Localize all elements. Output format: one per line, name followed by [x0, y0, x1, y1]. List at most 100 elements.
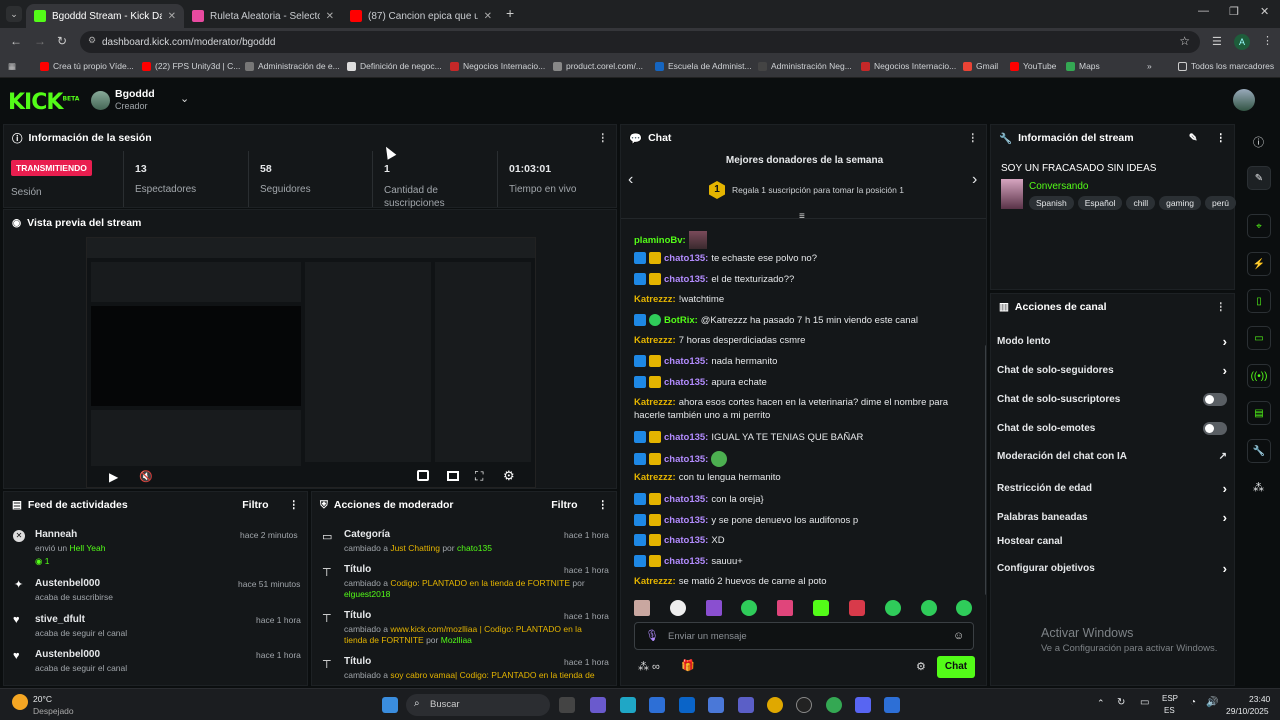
bookmark-item[interactable]: Escuela de Administ... [655, 61, 752, 71]
clipboard-icon[interactable]: ▯ [1247, 289, 1271, 313]
bookmark-item[interactable]: Gmail [963, 61, 998, 71]
task-view-icon[interactable] [559, 697, 575, 713]
wrench-icon[interactable]: 🔧 [1247, 439, 1271, 463]
info-icon[interactable]: ⓘ [1253, 134, 1264, 150]
tag-chip[interactable]: Español [1077, 196, 1123, 210]
emote-icon[interactable] [706, 600, 722, 616]
bookmark-item[interactable]: Administración de e... [245, 61, 340, 71]
bookmark-item[interactable]: Administración Neg... [758, 61, 852, 71]
chat-username[interactable]: chato135: [664, 253, 708, 264]
bookmark-item[interactable]: Negocios Internacio... [450, 61, 545, 71]
chat-scrollbar[interactable] [985, 345, 986, 595]
edit-icon[interactable]: ✎ [1247, 166, 1271, 190]
chat-username[interactable]: plaminoBv: [634, 235, 686, 246]
clock-time[interactable]: 23:40 [1249, 694, 1270, 704]
chat-username[interactable]: BotRix: [664, 315, 698, 326]
edit-pencil-icon[interactable]: ✎ [1189, 132, 1198, 144]
clip-icon[interactable] [417, 470, 429, 481]
profile-avatar[interactable]: A [1234, 34, 1250, 50]
outlook-icon[interactable] [679, 697, 695, 713]
chat-username[interactable]: Katrezzz: [634, 472, 676, 483]
bookmark-item[interactable]: Maps [1066, 61, 1100, 71]
back-icon[interactable]: ← [10, 34, 22, 48]
emote-icon[interactable] [670, 600, 686, 616]
emote-icon[interactable] [885, 600, 901, 616]
store-icon[interactable] [649, 697, 665, 713]
chat-username[interactable]: Katrezzz: [634, 294, 676, 305]
reading-list-icon[interactable]: ☰ [1212, 35, 1222, 48]
lightning-icon[interactable]: ⚡ [1247, 252, 1271, 276]
tag-chip[interactable]: Spanish [1029, 196, 1074, 210]
microphone-icon[interactable]: 🎙 [645, 629, 659, 642]
mute-icon[interactable]: 🔇 [139, 470, 153, 483]
chat-username[interactable]: chato135: [664, 377, 708, 388]
bookmark-item[interactable]: (22) FPS Unity3d | C... [142, 61, 240, 71]
action-ai-moderation[interactable]: Moderación del chat con IA ↗ [997, 451, 1227, 462]
feed-item-name[interactable]: Hanneah [35, 529, 77, 540]
chat-settings-gear-icon[interactable]: ⚙ [916, 660, 926, 673]
broadcast-icon[interactable]: ((•)) [1247, 364, 1271, 388]
action-slow-mode[interactable]: Modo lento › [997, 334, 1227, 349]
windows-start-icon[interactable] [382, 697, 398, 713]
new-tab-button[interactable]: + [506, 5, 514, 21]
tag-chip[interactable]: perú [1204, 196, 1236, 210]
modaction-user[interactable]: elguest2018 [344, 589, 390, 599]
tray-app-icon[interactable]: ↻ [1117, 697, 1125, 708]
category-name[interactable]: Conversando [1029, 181, 1088, 192]
modaction-user[interactable]: Mozlliaa [441, 635, 472, 645]
chat-username[interactable]: chato135: [664, 556, 708, 567]
chat-username[interactable]: chato135: [664, 432, 708, 443]
more-bookmarks-icon[interactable]: » [1147, 61, 1152, 71]
close-tab-icon[interactable]: ✕ [326, 11, 334, 22]
chat-username[interactable]: Katrezzz: [634, 576, 676, 587]
chat-username[interactable]: chato135: [664, 356, 708, 367]
kebab-menu-icon[interactable]: ⋮ [1216, 132, 1227, 144]
emote-icon[interactable] [849, 600, 865, 616]
pinned-toggle-icon[interactable]: ≡ [799, 211, 805, 222]
close-tab-icon[interactable]: ✕ [168, 11, 176, 22]
fullscreen-icon[interactable]: ⛶ [475, 469, 483, 484]
browser-tab-kick[interactable]: Bgoddd Stream - Kick Dashboa ✕ [26, 4, 184, 28]
chat-username[interactable]: chato135: [664, 535, 708, 546]
browser-menu-icon[interactable]: ⋮ [1262, 34, 1273, 47]
chat-username[interactable]: chato135: [664, 274, 708, 285]
tray-monitor-icon[interactable]: ▭ [1140, 697, 1149, 708]
browser-tab-youtube[interactable]: (87) Cancion epica que usa The ✕ [342, 4, 500, 28]
emote-icon[interactable] [634, 600, 650, 616]
emote-icon[interactable] [813, 600, 829, 616]
action-banned-words[interactable]: Palabras baneadas › [997, 510, 1227, 525]
apps-grid-icon[interactable]: ▦ [8, 61, 16, 72]
bookmark-item[interactable]: YouTube [1010, 61, 1056, 71]
app-icon[interactable] [884, 697, 900, 713]
scan-icon[interactable]: ⌖ [1247, 214, 1271, 238]
emote-icon[interactable] [921, 600, 937, 616]
volume-icon[interactable]: 🔊 [1206, 697, 1218, 708]
bookmark-item[interactable]: Negocios Internacio... [861, 61, 956, 71]
action-followers-only[interactable]: Chat de solo-seguidores › [997, 363, 1227, 378]
action-host-channel[interactable]: Hostear canal [997, 536, 1227, 547]
weather-icon[interactable] [12, 694, 28, 710]
kick-logo[interactable]: KICKBETA [8, 90, 79, 115]
modactions-filter-button[interactable]: Filtro [551, 499, 577, 511]
address-bar[interactable]: ⚙ dashboard.kick.com/moderator/bgoddd ☆ [80, 31, 1200, 53]
browser-tab-ruleta[interactable]: Ruleta Aleatoria - Selector Pers ✕ [184, 4, 342, 28]
channel-avatar[interactable] [91, 91, 110, 110]
chat-send-button[interactable]: Chat [937, 656, 975, 678]
close-tab-icon[interactable]: ✕ [484, 11, 492, 22]
theater-icon[interactable] [447, 471, 459, 481]
apps-icon[interactable]: ⁂ [1253, 481, 1264, 494]
feed-item-name[interactable]: Austenbel000 [35, 578, 100, 589]
kebab-menu-icon[interactable]: ⋮ [598, 132, 609, 144]
donors-prev-chevron-icon[interactable]: ‹ [628, 171, 633, 189]
forward-icon[interactable]: → [34, 34, 46, 48]
kebab-menu-icon[interactable]: ⋮ [289, 499, 300, 511]
chrome-active-icon[interactable] [826, 697, 842, 713]
language-code[interactable]: ESP [1162, 694, 1178, 703]
site-info-icon[interactable]: ⚙ [88, 35, 96, 46]
tag-chip[interactable]: chill [1126, 196, 1156, 210]
chat-icon[interactable]: ▭ [1247, 326, 1271, 350]
chat-users-icon[interactable]: ⁂ ∞ [638, 660, 660, 673]
channel-switch-chevron-icon[interactable]: ⌄ [180, 92, 189, 105]
discord-icon[interactable] [855, 697, 871, 713]
modaction-user[interactable]: chato135 [457, 543, 492, 553]
